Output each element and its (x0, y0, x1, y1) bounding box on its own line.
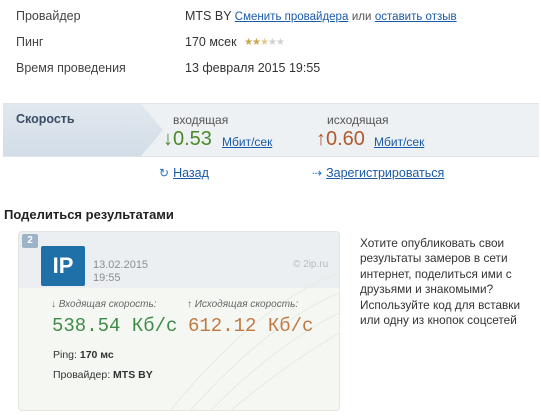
incoming-value: 0.53 (173, 128, 212, 150)
outgoing-speed: ↑0.60 (316, 128, 365, 151)
star-empty-icon: ★ (267, 37, 277, 48)
card-outgoing-value: 612.12 Кб/с (188, 315, 314, 337)
card-incoming-value: 538.54 Кб/с (52, 315, 178, 337)
register-nav[interactable]: ⇢ Зарегистрироваться (312, 166, 444, 180)
back-link[interactable]: Назад (173, 166, 209, 180)
rating-stars: ★★★★★ (244, 37, 285, 48)
provider-value-row: MTS BY Сменить провайдера или оставить о… (185, 9, 457, 23)
change-provider-link[interactable]: Сменить провайдера (235, 11, 349, 23)
card-outgoing-label: ↑ Исходящая скорость: (187, 299, 299, 310)
back-nav[interactable]: ↻ Назад (159, 166, 209, 180)
result-card[interactable]: IP 13.02.2015 19:55 © 2ip.ru ↓ Входящая … (18, 231, 340, 411)
provider-label: Провайдер (16, 9, 81, 23)
card-ping-value: 170 мс (79, 349, 114, 361)
star-icon: ★ (252, 37, 261, 48)
incoming-label: входящая (173, 113, 229, 127)
card-time: 19:55 (93, 272, 121, 284)
arrow-up-icon: ↑ (316, 128, 326, 150)
card-incoming-label: ↓ Входящая скорость: (51, 299, 157, 310)
share-description: Хотите опубликовать свои результаты заме… (360, 236, 521, 328)
leave-review-link[interactable]: оставить отзыв (375, 11, 457, 23)
card-provider-value: MTS BY (113, 369, 153, 381)
ping-value: 170 мсек (185, 35, 237, 49)
ip-logo: IP (41, 246, 85, 286)
outgoing-unit-link[interactable]: Мбит/сек (374, 135, 424, 149)
time-label: Время проведения (16, 61, 126, 75)
refresh-icon: ↻ (159, 166, 170, 180)
outgoing-label: исходящая (327, 113, 389, 127)
provider-value: MTS BY (185, 9, 232, 23)
or-text: или (351, 11, 372, 23)
star-empty-icon: ★ (275, 37, 285, 48)
outgoing-value: 0.60 (326, 128, 365, 150)
ping-label: Пинг (16, 35, 44, 49)
speed-tab-label: Скорость (16, 112, 75, 126)
time-value: 13 февраля 2015 19:55 (185, 61, 321, 75)
card-provider-label: Провайдер: (53, 369, 111, 381)
ping-value-row: 170 мсек ★★★★★ (185, 35, 285, 49)
share-title: Поделиться результатами (4, 207, 174, 222)
speed-panel: Скорость входящая ↓0.53 Мбит/сек исходящ… (3, 103, 539, 157)
card-provider: Провайдер: MTS BY (53, 369, 153, 381)
register-link[interactable]: Зарегистрироваться (326, 166, 444, 180)
step-badge: 2 (22, 234, 38, 248)
star-icon: ★ (244, 37, 253, 48)
half-star-icon: ★ (260, 37, 269, 48)
arrow-down-icon: ↓ (163, 128, 173, 150)
card-ping-label: Ping: (53, 349, 77, 361)
card-ping: Ping: 170 мс (53, 349, 114, 361)
incoming-unit-link[interactable]: Мбит/сек (222, 135, 272, 149)
card-date: 13.02.2015 (93, 259, 149, 271)
arrow-right-icon: ⇢ (312, 166, 323, 180)
incoming-speed: ↓0.53 (163, 128, 212, 151)
card-brand: © 2ip.ru (293, 259, 329, 270)
